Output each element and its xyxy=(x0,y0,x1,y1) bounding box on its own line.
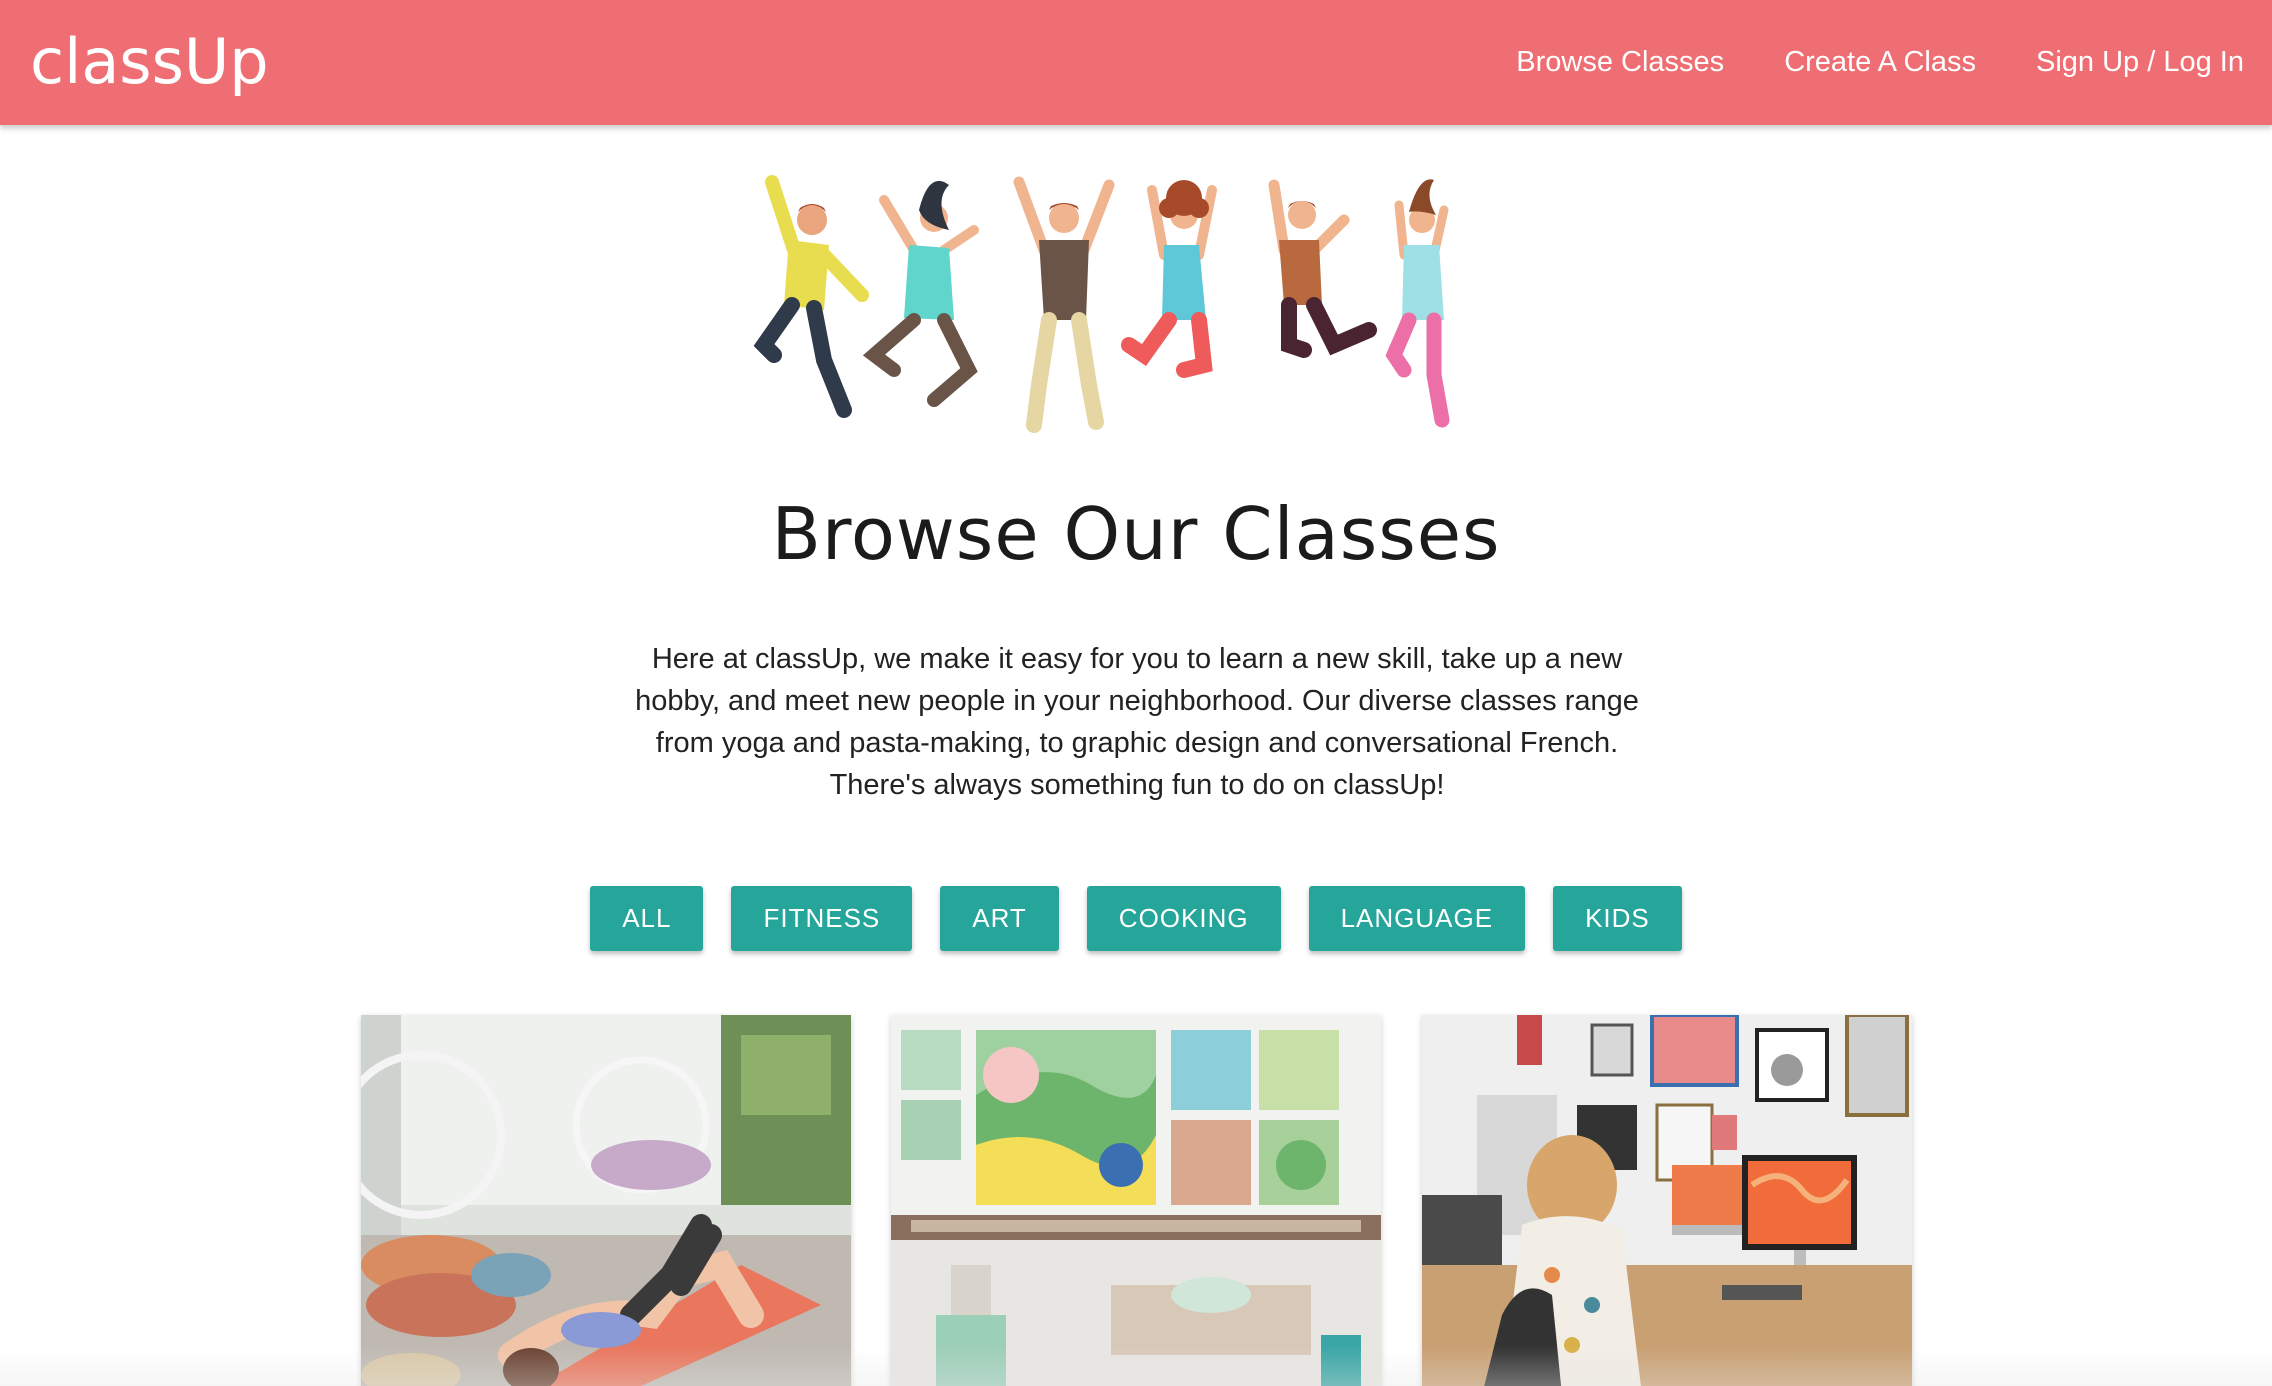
navbar: classUp Browse Classes Create A Class Si… xyxy=(0,0,2272,125)
yoga-class-photo xyxy=(361,1015,851,1386)
person-figure xyxy=(1013,176,1115,433)
category-filters: ALL FITNESS ART COOKING LANGUAGE KIDS xyxy=(0,886,2272,951)
filter-kids-button[interactable]: KIDS xyxy=(1553,886,1682,951)
class-card[interactable] xyxy=(361,1015,851,1386)
painting-studio-photo xyxy=(891,1015,1381,1386)
intro-paragraph: Here at classUp, we make it easy for you… xyxy=(635,643,1639,801)
nav-browse-classes[interactable]: Browse Classes xyxy=(1516,46,1724,79)
page-title: Browse Our Classes xyxy=(771,492,1501,576)
person-figure xyxy=(1268,179,1377,358)
filter-cooking-button[interactable]: COOKING xyxy=(1086,886,1281,951)
brand-logo[interactable]: classUp xyxy=(30,20,269,104)
filter-fitness-button[interactable]: FITNESS xyxy=(731,886,913,951)
person-figure xyxy=(1121,180,1217,378)
jumping-people-illustration xyxy=(753,175,1450,433)
person-figure xyxy=(753,175,869,418)
filter-language-button[interactable]: LANGUAGE xyxy=(1308,886,1526,951)
graphic-design-desk-photo xyxy=(1422,1015,1912,1386)
nav-links: Browse Classes Create A Class Sign Up / … xyxy=(1456,0,2244,125)
filter-all-button[interactable]: ALL xyxy=(590,886,704,951)
nav-signup-login[interactable]: Sign Up / Log In xyxy=(2036,46,2244,79)
class-card[interactable] xyxy=(1422,1015,1912,1386)
person-figure xyxy=(862,180,979,407)
filter-art-button[interactable]: ART xyxy=(940,886,1059,951)
nav-create-class[interactable]: Create A Class xyxy=(1784,46,1976,79)
person-figure xyxy=(1385,179,1450,428)
class-card[interactable] xyxy=(891,1015,1381,1386)
